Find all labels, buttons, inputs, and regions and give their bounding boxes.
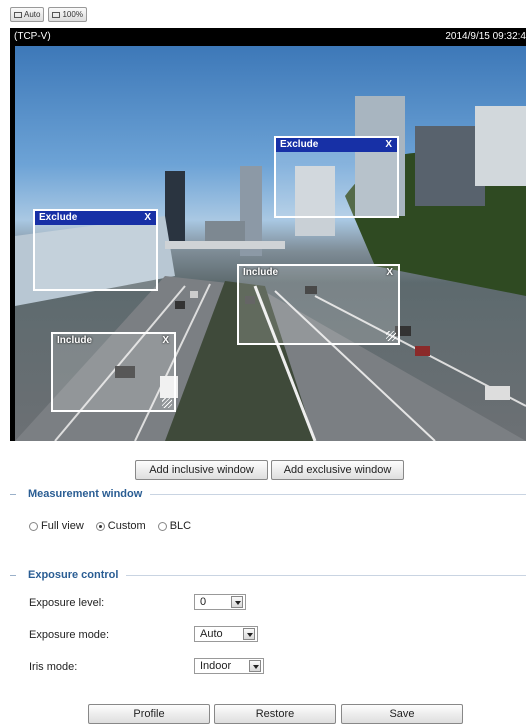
iris-mode-label: Iris mode: bbox=[29, 661, 78, 673]
close-window-button[interactable]: X bbox=[162, 334, 169, 348]
iris-mode-value: Indoor bbox=[200, 660, 232, 672]
full-size-button[interactable]: 100% bbox=[48, 7, 87, 22]
save-button[interactable]: Save bbox=[341, 704, 463, 724]
close-window-button[interactable]: X bbox=[386, 266, 393, 280]
auto-size-button[interactable]: Auto bbox=[10, 7, 45, 22]
profile-button[interactable]: Profile bbox=[88, 704, 210, 724]
video-header: (TCP-V) 2014/9/15 09:32:4 bbox=[10, 28, 526, 46]
screen-icon bbox=[52, 11, 61, 18]
radio-button[interactable] bbox=[157, 521, 167, 531]
section-dash bbox=[10, 494, 16, 495]
camera-view[interactable]: Exclude X Exclude X Include X Include X bbox=[15, 46, 526, 441]
section-title: Exposure control bbox=[28, 569, 127, 581]
radio-button-selected[interactable] bbox=[95, 521, 105, 531]
window-title-bar[interactable]: Include X bbox=[53, 334, 174, 348]
window-type-label: Include bbox=[57, 335, 93, 346]
radio-label: Full view bbox=[41, 520, 84, 532]
exposure-control-section: Exposure control bbox=[10, 569, 526, 583]
section-dash bbox=[10, 575, 16, 576]
measurement-window-section: Measurement window bbox=[10, 488, 526, 502]
radio-full-view[interactable]: Full view bbox=[29, 520, 84, 532]
measurement-window-options: Full view Custom BLC bbox=[29, 520, 191, 532]
exposure-level-label: Exposure level: bbox=[29, 597, 105, 609]
exposure-mode-label: Exposure mode: bbox=[29, 629, 110, 641]
radio-custom[interactable]: Custom bbox=[95, 520, 146, 532]
window-type-label: Exclude bbox=[39, 212, 78, 223]
radio-label: Custom bbox=[107, 520, 146, 532]
auto-size-label: Auto bbox=[24, 10, 41, 19]
window-type-label: Exclude bbox=[280, 139, 319, 150]
exposure-mode-select[interactable]: Auto bbox=[194, 626, 258, 642]
section-title: Measurement window bbox=[28, 488, 151, 500]
restore-button[interactable]: Restore bbox=[214, 704, 336, 724]
exposure-level-value: 0 bbox=[200, 596, 207, 608]
radio-label: BLC bbox=[169, 520, 192, 532]
view-size-toolbar: Auto 100% bbox=[10, 7, 87, 22]
exposure-level-select[interactable]: 0 bbox=[194, 594, 246, 610]
chevron-down-icon[interactable] bbox=[231, 596, 243, 608]
add-exclusive-window-button[interactable]: Add exclusive window bbox=[271, 460, 404, 480]
include-window[interactable]: Include X bbox=[237, 264, 400, 345]
full-size-label: 100% bbox=[62, 10, 83, 19]
video-panel[interactable]: (TCP-V) 2014/9/15 09:32:4 Exclude X Excl… bbox=[10, 28, 526, 441]
resize-handle-icon[interactable] bbox=[162, 398, 172, 408]
close-window-button[interactable]: X bbox=[385, 138, 392, 152]
stream-source: (TCP-V) bbox=[14, 31, 51, 42]
chevron-down-icon[interactable] bbox=[249, 660, 261, 672]
resize-handle-icon[interactable] bbox=[386, 331, 396, 341]
window-title-bar[interactable]: Exclude X bbox=[35, 211, 156, 225]
include-window[interactable]: Include X bbox=[51, 332, 176, 412]
video-timestamp: 2014/9/15 09:32:4 bbox=[445, 31, 526, 42]
close-window-button[interactable]: X bbox=[144, 211, 151, 225]
chevron-down-icon[interactable] bbox=[243, 628, 255, 640]
add-inclusive-window-button[interactable]: Add inclusive window bbox=[135, 460, 268, 480]
radio-button[interactable] bbox=[29, 521, 38, 531]
iris-mode-select[interactable]: Indoor bbox=[194, 658, 264, 674]
window-type-label: Include bbox=[243, 267, 279, 278]
screen-icon bbox=[14, 11, 22, 18]
window-title-bar[interactable]: Include X bbox=[239, 266, 398, 280]
exclude-window[interactable]: Exclude X bbox=[33, 209, 158, 291]
exposure-mode-value: Auto bbox=[200, 628, 223, 640]
radio-blc[interactable]: BLC bbox=[157, 520, 192, 532]
exclude-window[interactable]: Exclude X bbox=[274, 136, 399, 218]
window-title-bar[interactable]: Exclude X bbox=[276, 138, 397, 152]
